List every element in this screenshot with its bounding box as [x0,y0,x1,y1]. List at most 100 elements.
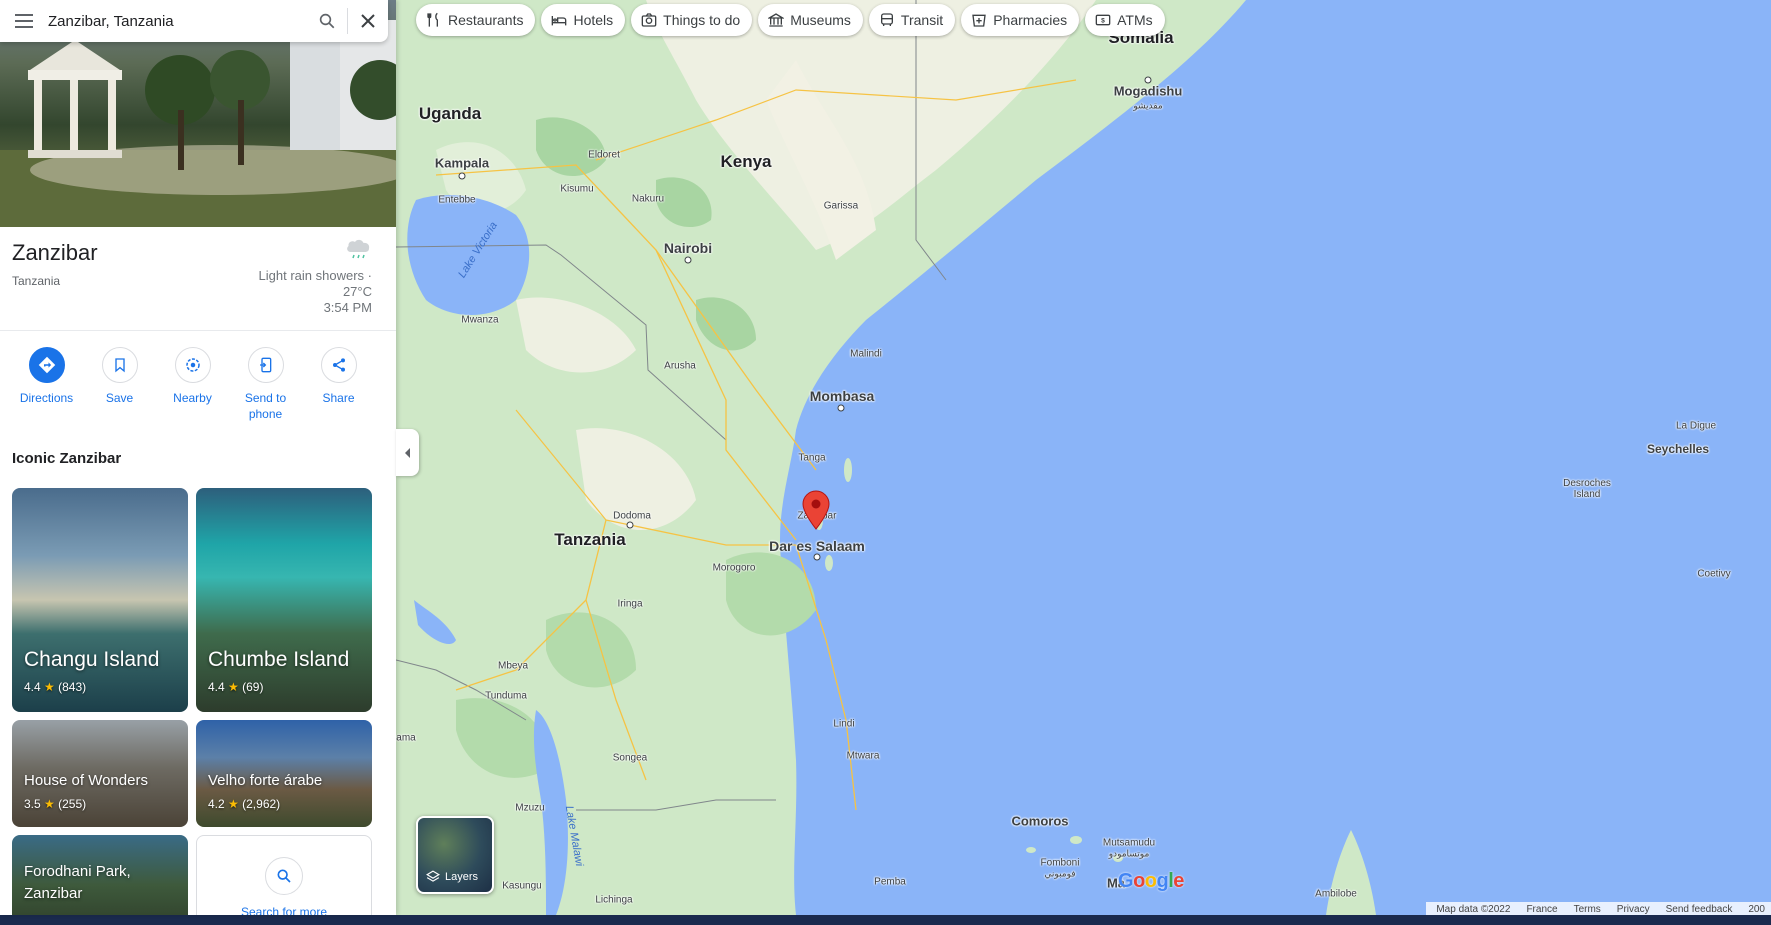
label-lindi: Lindi [833,718,855,730]
atm-icon: $ [1095,14,1111,26]
city-dot [1144,76,1152,84]
card-rating: 4.4 ★ (69) [208,680,264,694]
label-fomboni-ar: فومبوني [1044,868,1076,879]
location-pin-icon[interactable] [802,490,830,530]
collapse-panel-button[interactable] [396,429,419,476]
label-eldoret: Eldoret [588,149,620,161]
label-garissa: Garissa [823,200,859,212]
menu-button[interactable] [0,0,48,42]
footer-terms-link[interactable]: Terms [1574,904,1601,915]
share-button[interactable]: Share [302,347,375,422]
search-icon [277,869,291,883]
rain-cloud-icon [344,236,372,266]
label-ambilobe: Ambilobe [1315,888,1357,900]
chip-label: Things to do [663,12,741,28]
nearby-button[interactable]: Nearby [156,347,229,422]
search-more-card[interactable]: Search for more [196,835,372,915]
label-kenya: Kenya [720,152,772,171]
label-seychelles: Seychelles [1646,442,1710,456]
search-input[interactable] [48,12,307,30]
directions-button[interactable]: Directions [10,347,83,422]
card-title: Velho forte árabe [208,772,323,789]
save-button[interactable]: Save [83,347,156,422]
label-nairobi: Nairobi [663,240,713,256]
label-kasungu: Kasungu [502,880,542,892]
place-country: Tanzania [12,274,61,288]
label-entebbe: Entebbe [438,194,476,206]
card-house-of-wonders[interactable]: House of Wonders 3.5 ★ (255) [12,720,188,827]
directions-label: Directions [19,391,74,405]
card-title: House of Wonders [24,772,148,789]
star-icon: ★ [44,797,55,811]
label-mutsamudu: Mutsamudu [1102,837,1156,849]
card-chumbe-island[interactable]: Chumbe Island 4.4 ★ (69) [196,488,372,712]
map-base [396,0,1771,915]
label-nakuru: Nakuru [631,193,665,205]
label-tunduma: Tunduma [485,690,527,702]
nearby-label: Nearby [173,391,212,405]
card-forodhani-park[interactable]: Forodhani Park, Zanzibar [12,835,188,915]
action-buttons: Directions Save Nearby Send to phone Sha… [10,347,375,422]
search-bar [0,0,388,42]
label-uganda: Uganda [418,104,482,123]
chip-atms[interactable]: $ ATMs [1085,4,1165,36]
card-changu-island[interactable]: Changu Island 4.4 ★ (843) [12,488,188,712]
footer-country-link[interactable]: France [1526,904,1557,915]
label-mutsamudu-ar: موتسامودو [1108,848,1150,859]
star-icon: ★ [228,680,239,694]
fork-knife-icon [427,12,438,27]
map-canvas[interactable]: Somalia Mogadishu مقديشو Uganda Kampala … [396,0,1771,915]
layers-icon [426,870,440,882]
chip-label: Hotels [573,12,614,28]
chip-things-to-do[interactable]: Things to do [631,4,753,36]
label-mzuzu: Mzuzu [515,802,545,814]
card-title: Chumbe Island [208,648,350,671]
send-to-phone-button[interactable]: Send to phone [229,347,302,422]
map-data-text: Map data ©2022 [1436,903,1511,915]
layers-button[interactable]: Layers [416,816,494,894]
scale-text[interactable]: 200 [1748,904,1765,915]
card-velho-forte-arabe[interactable]: Velho forte árabe 4.2 ★ (2,962) [196,720,372,827]
divider [0,330,396,331]
label-comoros: Comoros [1011,813,1069,829]
card-title: Forodhani Park, Zanzibar [24,863,131,902]
chip-pharmacies[interactable]: Pharmacies [961,4,1080,36]
share-icon [332,358,345,372]
pharmacy-icon [972,14,986,27]
map-footer: Map data ©2022 France Terms Privacy Send… [1426,902,1771,916]
search-button[interactable] [307,0,347,42]
label-pemba: Pemba [874,876,906,888]
star-icon: ★ [228,797,239,811]
close-icon [361,14,375,28]
city-dot [684,256,692,264]
chip-label: Pharmacies [993,12,1068,28]
label-coetivy: Coetivy [1697,568,1731,580]
card-rating: 4.4 ★ (843) [24,680,87,694]
chip-transit[interactable]: Transit [868,4,956,36]
label-dodoma: Dodoma [613,510,651,522]
star-icon: ★ [44,680,55,694]
label-fomboni: Fomboni [1040,857,1080,869]
place-panel: Zanzibar Tanzania Light rain showers · 2… [0,0,396,915]
weather-temp: 27°C [342,284,372,299]
city-dot [626,521,634,529]
card-title: Changu Island [24,648,160,671]
footer-privacy-link[interactable]: Privacy [1617,904,1650,915]
nearby-icon [185,358,200,372]
google-logo: Google [1118,870,1184,892]
send-to-phone-label: Send to phone [244,391,287,421]
svg-text:$: $ [1101,18,1105,25]
bed-icon [552,16,567,26]
label-mogadishu-ar: مقديشو [1133,100,1163,111]
chip-restaurants[interactable]: Restaurants [416,4,536,36]
label-kampala: Kampala [434,155,490,171]
label-iringa: Iringa [617,598,643,610]
chip-museums[interactable]: Museums [758,4,863,36]
close-search-button[interactable] [348,0,388,42]
chip-label: Restaurants [448,12,524,28]
share-label: Share [322,391,355,405]
card-rating: 3.5 ★ (255) [24,797,87,811]
footer-feedback-link[interactable]: Send feedback [1666,904,1733,915]
chip-hotels[interactable]: Hotels [541,4,626,36]
label-malindi: Malindi [850,348,882,360]
